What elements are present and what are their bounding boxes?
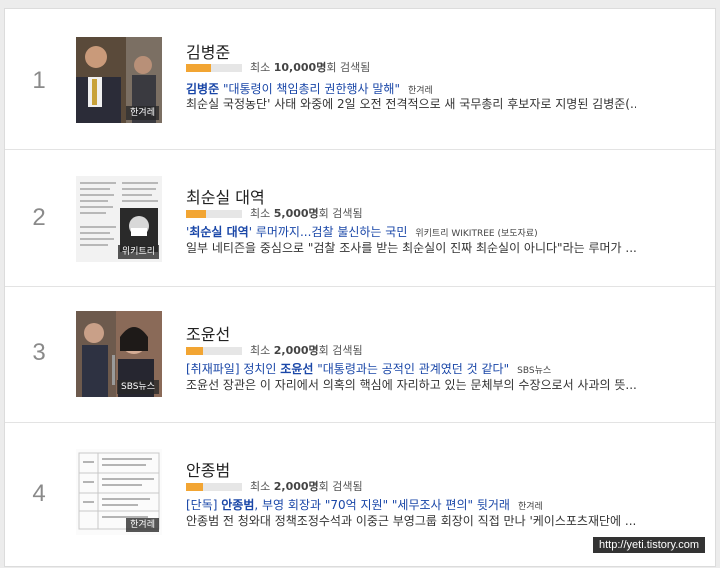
press-name: SBS뉴스	[517, 366, 552, 376]
list-item[interactable]: 3 SBS뉴스 조윤선 최소 2,000명회 검색됨 [취재파일] 정치인 조윤…	[5, 287, 715, 423]
trending-search-list: 1 한겨레 김병준 최소 10,000명회 검색됨 김병준 "대통령이 책임총리…	[4, 8, 716, 567]
news-headline-line[interactable]: '최순실 대역' 루머까지...검찰 불신하는 국민 위키트리 WIKITREE …	[186, 223, 706, 240]
press-name: 한겨레	[517, 502, 543, 512]
news-headline[interactable]: [단독] 안종범, 부영 회장과 "70억 지원" "세무조사 편의" 뒷거래	[186, 498, 510, 512]
rank-number: 1	[32, 67, 46, 94]
search-count: 최소 10,000명회 검색됨	[186, 59, 370, 74]
news-snippet: 안종범 전 청와대 정책조정수석과 이중근 부영그룹 회장이 직접 만나 '케이…	[186, 514, 636, 528]
search-gauge	[186, 483, 242, 491]
search-count: 최소 2,000명회 검색됨	[186, 478, 363, 493]
search-gauge	[186, 347, 242, 355]
news-headline-line[interactable]: [취재파일] 정치인 조윤선 "대통령과는 공적인 관계였던 것 같다" SBS뉴…	[186, 360, 706, 377]
news-headline-line[interactable]: [단독] 안종범, 부영 회장과 "70억 지원" "세무조사 편의" 뒷거래 한…	[186, 496, 706, 513]
search-count: 최소 2,000명회 검색됨	[186, 342, 363, 357]
thumbnail-source: 한겨레	[126, 106, 159, 120]
news-thumbnail[interactable]: 한겨레	[76, 37, 162, 123]
list-item[interactable]: 1 한겨레 김병준 최소 10,000명회 검색됨 김병준 "대통령이 책임총리…	[5, 9, 715, 150]
news-headline[interactable]: '최순실 대역' 루머까지...검찰 불신하는 국민	[186, 225, 407, 239]
news-thumbnail[interactable]: SBS뉴스	[76, 311, 162, 397]
watermark-url: http://yeti.tistory.com	[593, 537, 706, 553]
press-name: 위키트리 WIKITREE (보도자료)	[415, 229, 538, 239]
rank-number: 3	[32, 339, 46, 366]
news-snippet: 최순실 국정농단' 사태 와중에 2일 오전 전격적으로 새 국무총리 후보자로…	[186, 97, 636, 111]
news-thumbnail[interactable]: 위키트리	[76, 176, 162, 262]
search-gauge	[186, 64, 242, 72]
thumbnail-source: 위키트리	[117, 245, 159, 259]
search-count: 최소 5,000명회 검색됨	[186, 205, 363, 220]
search-gauge	[186, 210, 242, 218]
thumbnail-source: SBS뉴스	[116, 380, 159, 394]
list-item[interactable]: 2 위키트리 최순실 대역 최소 5,000명회 검색됨 '최순실 대역' 루머…	[5, 150, 715, 287]
thumbnail-source: 한겨레	[126, 518, 159, 532]
rank-number: 2	[32, 204, 46, 231]
news-thumbnail[interactable]: 한겨레	[76, 449, 162, 535]
news-snippet: 일부 네티즌을 중심으로 "검찰 조사를 받는 최순실이 진짜 최순실이 아니다…	[186, 241, 636, 255]
news-headline[interactable]: 김병준 "대통령이 책임총리 권한행사 말해"	[186, 82, 400, 96]
news-snippet: 조윤선 장관은 이 자리에서 의혹의 핵심에 자리하고 있는 문체부의 수장으로…	[186, 378, 636, 392]
news-headline[interactable]: [취재파일] 정치인 조윤선 "대통령과는 공적인 관계였던 것 같다"	[186, 362, 509, 376]
rank-number: 4	[32, 480, 46, 507]
